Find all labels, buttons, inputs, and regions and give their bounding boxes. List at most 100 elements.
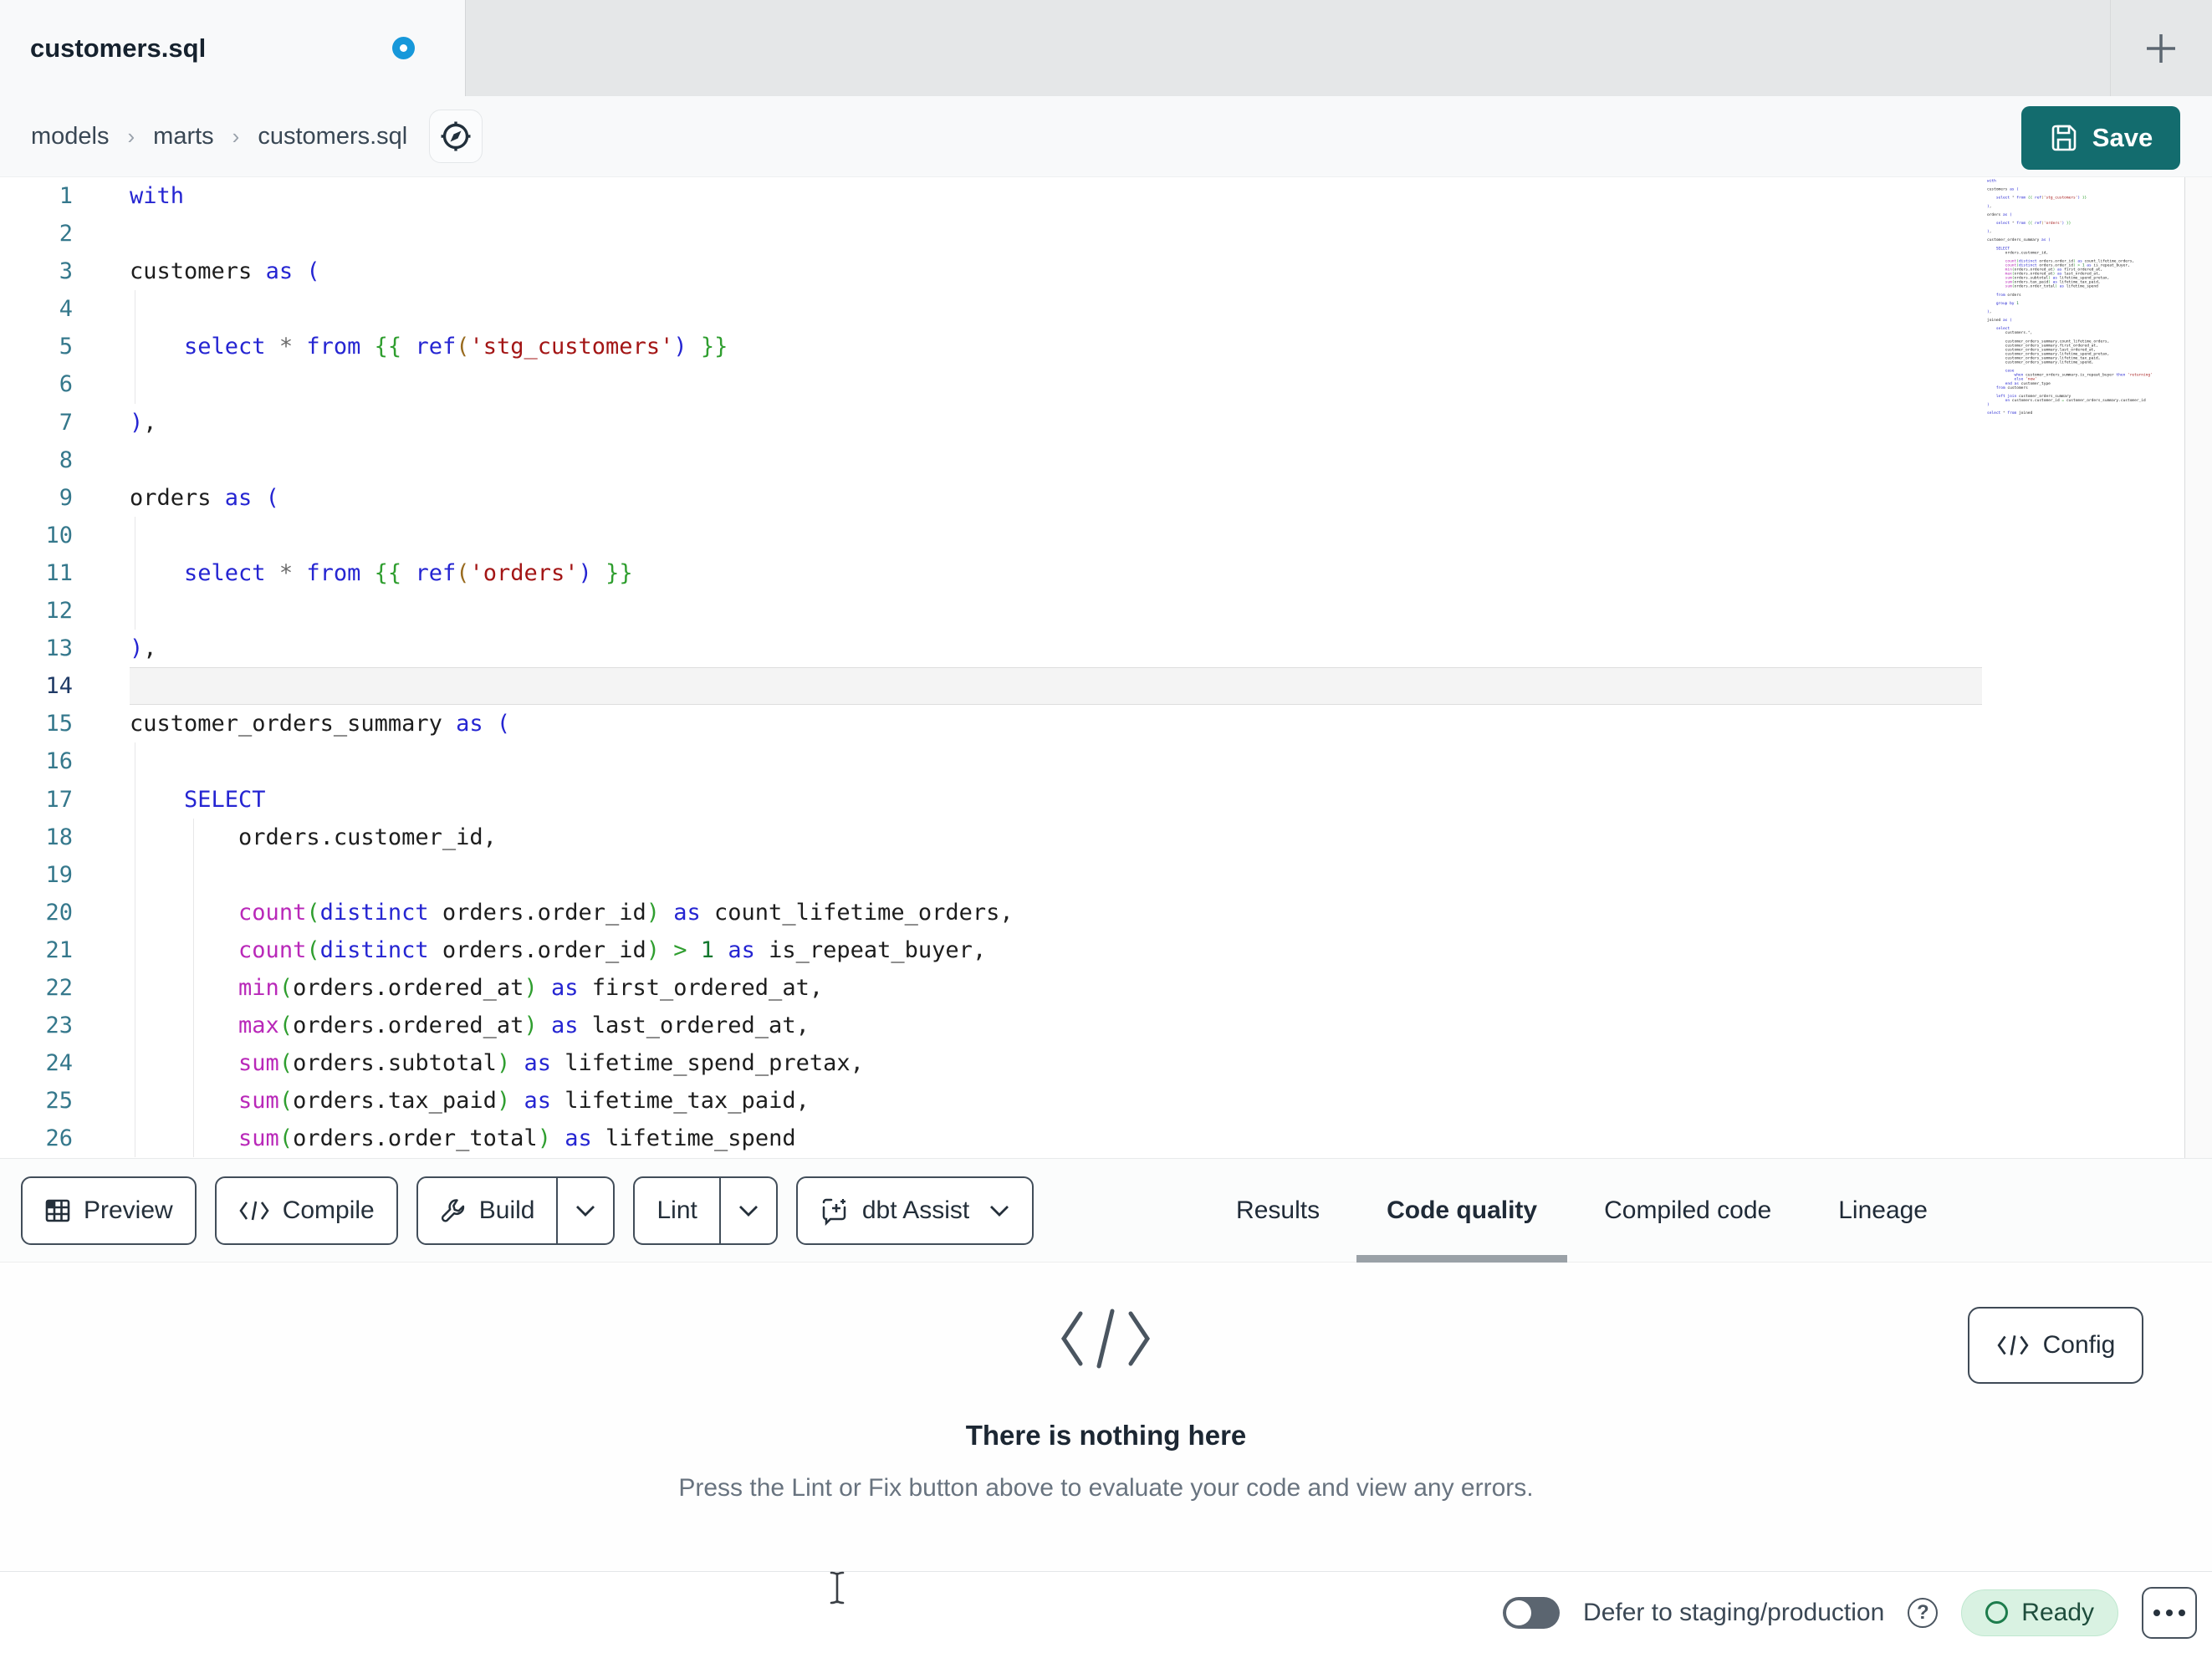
code-line-22[interactable]: 22 min(orders.ordered_at) as first_order… [0,968,2212,1008]
code-line-13[interactable]: 13), [0,630,2212,667]
dbt-assist-button-label: dbt Assist [861,1196,970,1224]
line-number: 15 [45,711,73,737]
tab-bar-divider [2110,0,2111,96]
code-line-7[interactable]: 7), [0,404,2212,441]
line-number: 5 [59,334,73,360]
empty-state-subtitle: Press the Lint or Fix button above to ev… [678,1474,1534,1502]
indent-guide [193,818,194,856]
code-line-text: select * from {{ ref('stg_customers') }} [130,328,1982,366]
empty-state-title: There is nothing here [965,1420,1247,1451]
code-line-text [130,290,1982,329]
line-number: 19 [45,861,73,888]
code-line-text: select * from {{ ref('orders') }} [130,554,1982,593]
code-line-text: max(orders.ordered_at) as last_ordered_a… [130,1007,1982,1045]
line-number: 18 [45,824,73,850]
build-split-button: Build [416,1176,616,1245]
code-line-10[interactable]: 10 [0,516,2212,554]
code-line-21[interactable]: 21 count(distinct orders.order_id) > 1 a… [0,931,2212,969]
code-line-text [130,855,1982,894]
new-tab-button[interactable] [2128,15,2194,82]
code-line-2[interactable]: 2 [0,215,2212,253]
breadcrumb-item-file: customers.sql [258,122,408,150]
lint-options-button[interactable] [721,1178,776,1243]
indent-guide [193,1007,194,1045]
view-docs-button[interactable] [429,110,483,163]
code-line-5[interactable]: 5 select * from {{ ref('stg_customers') … [0,328,2212,366]
code-line-20[interactable]: 20 count(distinct orders.order_id) as co… [0,893,2212,931]
code-line-24[interactable]: 24 sum(orders.subtotal) as lifetime_spen… [0,1044,2212,1083]
line-number: 4 [59,296,73,323]
code-line-15[interactable]: 15 customer_orders_summary as ( [0,705,2212,742]
preview-button[interactable]: Preview [21,1176,197,1245]
code-line-11[interactable]: 11 select * from {{ ref('orders') }} [0,554,2212,593]
editor-scrollbar[interactable] [2185,177,2212,1158]
code-line-16[interactable]: 16 [0,742,2212,781]
code-line-14[interactable]: 14 [0,667,2212,706]
code-line-19[interactable]: 19 [0,855,2212,894]
code-line-9[interactable]: 9 orders as ( [0,479,2212,517]
wrench-icon [441,1198,464,1222]
status-badge: Ready [1961,1589,2118,1636]
compile-button-label: Compile [282,1196,375,1224]
code-line-17[interactable]: 17 SELECT [0,780,2212,819]
line-number: 3 [59,258,73,285]
lint-button[interactable]: Lint [635,1178,718,1243]
code-line-text: orders as ( [130,484,279,511]
breadcrumb-item-models[interactable]: models [31,123,110,151]
code-line-text: sum(orders.order_total) as lifetime_spen… [130,1120,1982,1158]
line-number: 23 [45,1013,73,1039]
panel-tab-code-quality[interactable]: Code quality [1353,1158,1571,1263]
code-line-3[interactable]: 3 customers as ( [0,253,2212,290]
ellipsis-icon [2153,1609,2160,1616]
code-line-text: sum(orders.tax_paid) as lifetime_tax_pai… [130,1082,1982,1120]
code-line-1[interactable]: 1 with [0,177,2212,215]
more-options-button[interactable] [2142,1586,2197,1639]
defer-toggle[interactable] [1503,1596,1561,1629]
code-line-6[interactable]: 6 [0,365,2212,404]
line-number: 1 [59,183,73,209]
breadcrumb-item-marts[interactable]: marts [153,123,214,151]
line-number: 14 [45,673,73,700]
code-line-text: with [130,183,185,209]
save-floppy-icon [2051,125,2077,151]
code-line-12[interactable]: 12 [0,592,2212,630]
lint-button-label: Lint [656,1196,697,1224]
line-number: 21 [45,936,73,963]
dbt-assist-button[interactable]: dbt Assist [795,1176,1034,1245]
save-button[interactable]: Save [2021,106,2180,170]
panel-tab-results[interactable]: Results [1203,1158,1353,1263]
chevron-down-icon [990,1205,1009,1217]
lint-split-button: Lint [633,1176,778,1245]
code-line-text: count(distinct orders.order_id) > 1 as i… [130,931,1982,969]
code-line-25[interactable]: 25 sum(orders.tax_paid) as lifetime_tax_… [0,1082,2212,1120]
file-tab-customers-sql[interactable]: customers.sql [0,0,466,96]
code-line-4[interactable]: 4 [0,290,2212,329]
preview-button-label: Preview [84,1196,173,1224]
code-editor[interactable]: 1 with 2 3 customers as ( 4 5 select * from {{… [0,177,2212,1158]
line-number: 7 [59,409,73,436]
code-line-26[interactable]: 26 sum(orders.order_total) as lifetime_s… [0,1120,2212,1158]
save-button-label: Save [2092,123,2153,152]
panel-tab-compiled-code[interactable]: Compiled code [1571,1158,1805,1263]
config-button[interactable]: Config [1968,1307,2143,1384]
build-options-button[interactable] [558,1178,613,1243]
code-line-text [130,667,1982,706]
line-number: 26 [45,1125,73,1152]
help-icon[interactable]: ? [1908,1597,1939,1628]
line-number: 25 [45,1088,73,1115]
line-number: 11 [45,559,73,586]
line-number: 2 [59,221,73,247]
editor-minimap[interactable]: with customers as ( select * from {{ ref… [1987,179,2181,446]
panel-tab-lineage[interactable]: Lineage [1805,1158,1961,1263]
code-line-18[interactable]: 18 orders.customer_id, [0,818,2212,856]
result-panel-tabs: Results Code quality Compiled code Lineage [1203,1158,1961,1263]
code-line-text: min(orders.ordered_at) as first_ordered_… [130,968,1982,1008]
build-button[interactable]: Build [418,1178,557,1243]
line-number: 6 [59,371,73,398]
compile-button[interactable]: Compile [214,1176,398,1245]
indent-guide [193,1044,194,1083]
code-line-8[interactable]: 8 [0,441,2212,479]
line-number: 10 [45,522,73,548]
breadcrumb: models › marts › customers.sql [31,123,407,151]
code-line-23[interactable]: 23 max(orders.ordered_at) as last_ordere… [0,1007,2212,1045]
